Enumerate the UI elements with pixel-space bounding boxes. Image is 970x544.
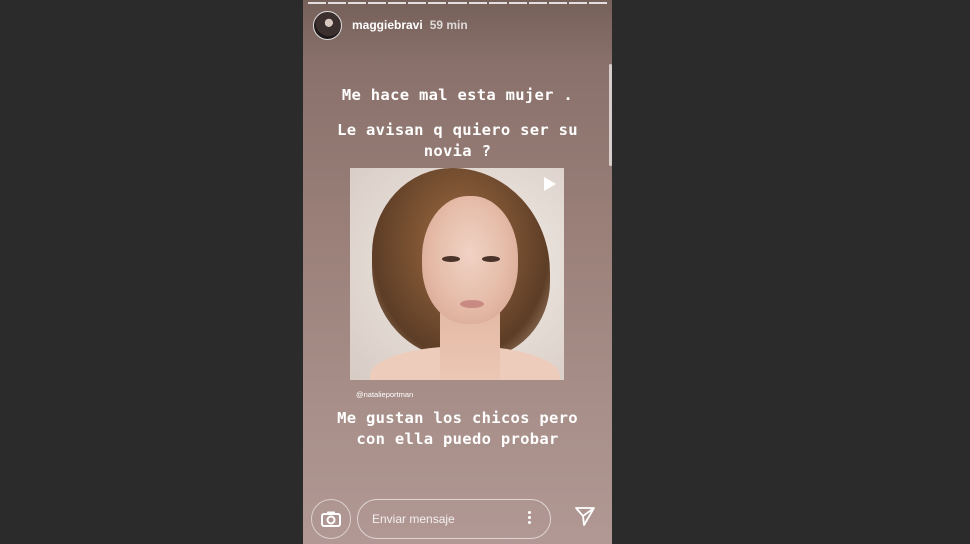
send-icon[interactable]: [574, 505, 596, 527]
caption-text: novia ?: [423, 142, 492, 160]
caption-text: Me gustan los chicos pero: [337, 409, 578, 427]
story-header[interactable]: maggiebravi 59 min: [313, 10, 468, 40]
caption-text: Me hace mal esta mujer .: [341, 86, 574, 104]
username[interactable]: maggiebravi: [352, 18, 423, 32]
post-time: 59 min: [429, 18, 468, 32]
camera-button[interactable]: [311, 499, 351, 539]
shared-post-image[interactable]: [350, 168, 564, 380]
camera-icon: [321, 511, 341, 527]
photo-eye: [482, 256, 500, 262]
reply-placeholder: Enviar mensaje: [372, 512, 455, 526]
story-progress-bar: [308, 2, 607, 4]
photo-eye: [442, 256, 460, 262]
caption-block: Le avisan q quiero ser su novia ?: [303, 120, 612, 162]
reply-bar: Enviar mensaje: [303, 497, 612, 541]
caption-line: Me hace mal esta mujer .: [303, 85, 612, 106]
photo-face: [422, 196, 518, 324]
reply-input[interactable]: Enviar mensaje: [357, 499, 551, 539]
story-view[interactable]: maggiebravi 59 min Me hace mal esta muje…: [303, 0, 612, 544]
caption-text: con ella puedo probar: [356, 430, 559, 448]
play-icon[interactable]: [544, 177, 556, 191]
mention-tag[interactable]: @natalieportman: [356, 390, 413, 399]
caption-text: Le avisan q quiero ser su: [337, 121, 578, 139]
avatar[interactable]: [313, 10, 342, 40]
more-vertical-icon[interactable]: [528, 511, 532, 526]
caption-block: Me gustan los chicos pero con ella puedo…: [303, 408, 612, 450]
photo-lips: [460, 300, 484, 308]
